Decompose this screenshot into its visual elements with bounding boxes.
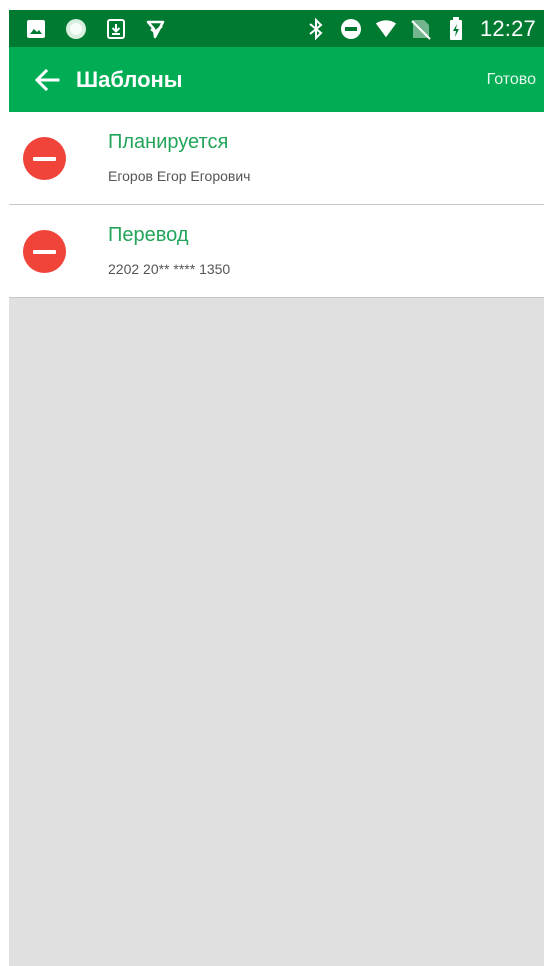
templates-list: Планируется Егоров Егор Егорович Перевод… [9,112,544,966]
battery-icon [445,16,467,40]
status-bar: 12:27 [9,10,544,47]
remove-button[interactable] [23,230,66,273]
status-bar-left [25,18,167,40]
download-icon [105,18,127,40]
remove-button[interactable] [23,137,66,180]
template-title: Перевод [108,224,189,246]
minus-icon [33,156,56,161]
done-button[interactable]: Готово [487,71,536,89]
template-subtitle: 2202 20** **** 1350 [108,261,231,277]
list-item[interactable]: Перевод 2202 20** **** 1350 [9,205,544,298]
do-not-disturb-icon [340,18,362,40]
page-title: Шаблоны [76,66,183,92]
list-item[interactable]: Планируется Егоров Егор Егорович [9,112,544,205]
left-edge [0,0,9,966]
no-sim-icon [410,18,432,40]
template-subtitle: Егоров Егор Егорович [108,168,251,184]
bluetooth-icon [305,17,327,40]
check-arrow-icon [145,18,167,40]
gallery-icon [25,18,47,40]
app-bar: Шаблоны Готово [9,47,544,112]
back-button[interactable] [33,66,61,94]
status-bar-right: 12:27 [305,16,536,42]
screen: 12:27 Шаблоны Готово Планируется Егоров … [0,0,544,966]
circle-app-icon [65,18,87,40]
wifi-icon [375,18,397,40]
status-time: 12:27 [479,15,536,41]
arrow-left-icon [34,68,60,91]
minus-icon [33,249,56,254]
template-title: Планируется [108,131,229,153]
